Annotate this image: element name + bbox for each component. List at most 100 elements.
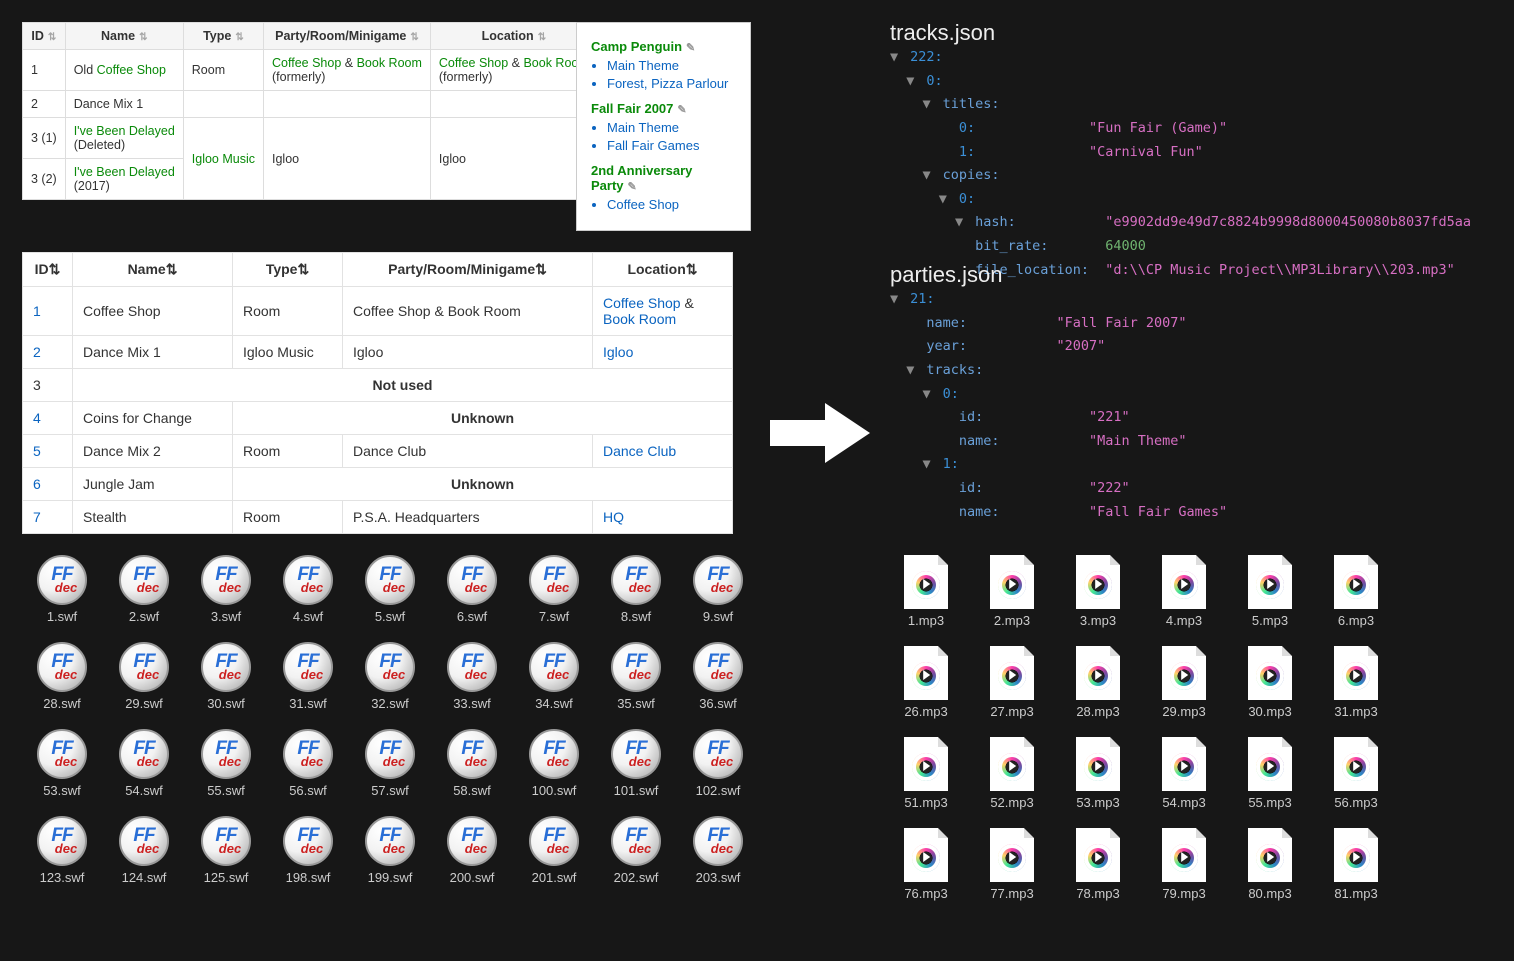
link[interactable]: 5 (33, 443, 41, 459)
file-item[interactable]: FFdec7.swf (514, 555, 594, 624)
file-item[interactable]: 56.mp3 (1316, 737, 1396, 810)
link[interactable]: Dance Club (603, 443, 676, 459)
edit-icon[interactable]: ✎ (628, 181, 637, 193)
file-item[interactable]: FFdec199.swf (350, 816, 430, 885)
file-item[interactable]: FFdec8.swf (596, 555, 676, 624)
link[interactable]: Coffee Shop (97, 63, 166, 77)
link[interactable]: HQ (603, 509, 624, 525)
nav-item[interactable]: Coffee Shop (607, 197, 736, 212)
file-item[interactable]: 53.mp3 (1058, 737, 1138, 810)
link[interactable]: Coffee Shop (439, 56, 508, 70)
file-item[interactable]: 29.mp3 (1144, 646, 1224, 719)
link[interactable]: I've Been Delayed (74, 165, 175, 179)
file-item[interactable]: FFdec28.swf (22, 642, 102, 711)
nav-item[interactable]: Forest, Pizza Parlour (607, 76, 736, 91)
file-item[interactable]: 6.mp3 (1316, 555, 1396, 628)
file-item[interactable]: FFdec54.swf (104, 729, 184, 798)
file-item[interactable]: FFdec9.swf (678, 555, 758, 624)
file-item[interactable]: FFdec124.swf (104, 816, 184, 885)
file-item[interactable]: FFdec5.swf (350, 555, 430, 624)
nav-item[interactable]: Main Theme (607, 120, 736, 135)
file-item[interactable]: FFdec201.swf (514, 816, 594, 885)
link[interactable]: 2 (33, 344, 41, 360)
link[interactable]: Coffee Shop (603, 295, 681, 311)
triangle-icon[interactable]: ▼ (939, 188, 951, 212)
file-item[interactable]: 51.mp3 (886, 737, 966, 810)
file-item[interactable]: FFdec29.swf (104, 642, 184, 711)
file-item[interactable]: 26.mp3 (886, 646, 966, 719)
nav-item[interactable]: Fall Fair Games (607, 138, 736, 153)
triangle-icon[interactable]: ▼ (923, 383, 935, 407)
file-item[interactable]: FFdec31.swf (268, 642, 348, 711)
file-item[interactable]: 81.mp3 (1316, 828, 1396, 901)
file-item[interactable]: 76.mp3 (886, 828, 966, 901)
file-item[interactable]: 54.mp3 (1144, 737, 1224, 810)
file-item[interactable]: FFdec202.swf (596, 816, 676, 885)
col-header[interactable]: Party/Room/Minigame⇅ (343, 253, 593, 287)
file-item[interactable]: 80.mp3 (1230, 828, 1310, 901)
col-header[interactable]: Type⇅ (233, 253, 343, 287)
link[interactable]: 6 (33, 476, 41, 492)
triangle-icon[interactable]: ▼ (890, 46, 902, 70)
col-header[interactable]: ID⇅ (23, 253, 73, 287)
link[interactable]: Book Room (357, 56, 422, 70)
file-item[interactable]: FFdec34.swf (514, 642, 594, 711)
triangle-icon[interactable]: ▼ (906, 359, 918, 383)
col-header[interactable]: Location⇅ (593, 253, 733, 287)
file-item[interactable]: FFdec1.swf (22, 555, 102, 624)
col-header[interactable]: Name⇅ (73, 253, 233, 287)
file-item[interactable]: FFdec33.swf (432, 642, 512, 711)
file-item[interactable]: FFdec6.swf (432, 555, 512, 624)
file-item[interactable]: FFdec58.swf (432, 729, 512, 798)
file-item[interactable]: FFdec4.swf (268, 555, 348, 624)
link[interactable]: Igloo (603, 344, 633, 360)
nav-heading[interactable]: Fall Fair 2007✎ (591, 101, 736, 116)
file-item[interactable]: 27.mp3 (972, 646, 1052, 719)
file-item[interactable]: 2.mp3 (972, 555, 1052, 628)
triangle-icon[interactable]: ▼ (923, 453, 935, 477)
file-item[interactable]: 28.mp3 (1058, 646, 1138, 719)
link[interactable]: 1 (33, 303, 41, 319)
file-item[interactable]: 31.mp3 (1316, 646, 1396, 719)
triangle-icon[interactable]: ▼ (923, 93, 935, 117)
file-item[interactable]: FFdec56.swf (268, 729, 348, 798)
file-item[interactable]: FFdec36.swf (678, 642, 758, 711)
file-item[interactable]: FFdec2.swf (104, 555, 184, 624)
file-item[interactable]: FFdec101.swf (596, 729, 676, 798)
link[interactable]: 4 (33, 410, 41, 426)
file-item[interactable]: FFdec57.swf (350, 729, 430, 798)
link[interactable]: Book Room (603, 311, 676, 327)
file-item[interactable]: FFdec100.swf (514, 729, 594, 798)
file-item[interactable]: FFdec55.swf (186, 729, 266, 798)
file-item[interactable]: FFdec53.swf (22, 729, 102, 798)
link[interactable]: Igloo Music (192, 152, 255, 166)
link[interactable]: I've Been Delayed (74, 124, 175, 138)
triangle-icon[interactable]: ▼ (906, 70, 918, 94)
file-item[interactable]: 55.mp3 (1230, 737, 1310, 810)
file-item[interactable]: 30.mp3 (1230, 646, 1310, 719)
file-item[interactable]: FFdec32.swf (350, 642, 430, 711)
file-item[interactable]: FFdec30.swf (186, 642, 266, 711)
col-header[interactable]: Type⇅ (183, 23, 263, 50)
file-item[interactable]: 5.mp3 (1230, 555, 1310, 628)
link[interactable]: 7 (33, 509, 41, 525)
file-item[interactable]: FFdec3.swf (186, 555, 266, 624)
col-header[interactable]: ID⇅ (23, 23, 66, 50)
file-item[interactable]: FFdec102.swf (678, 729, 758, 798)
edit-icon[interactable]: ✎ (686, 42, 695, 54)
file-item[interactable]: FFdec203.swf (678, 816, 758, 885)
edit-icon[interactable]: ✎ (677, 104, 686, 116)
file-item[interactable]: FFdec35.swf (596, 642, 676, 711)
link[interactable]: Coffee Shop (272, 56, 341, 70)
file-item[interactable]: FFdec200.swf (432, 816, 512, 885)
file-item[interactable]: 3.mp3 (1058, 555, 1138, 628)
file-item[interactable]: FFdec198.swf (268, 816, 348, 885)
nav-heading[interactable]: Camp Penguin✎ (591, 39, 736, 54)
triangle-icon[interactable]: ▼ (923, 164, 935, 188)
nav-item[interactable]: Main Theme (607, 58, 736, 73)
file-item[interactable]: 4.mp3 (1144, 555, 1224, 628)
file-item[interactable]: FFdec125.swf (186, 816, 266, 885)
file-item[interactable]: 52.mp3 (972, 737, 1052, 810)
file-item[interactable]: 79.mp3 (1144, 828, 1224, 901)
triangle-icon[interactable]: ▼ (955, 211, 967, 235)
